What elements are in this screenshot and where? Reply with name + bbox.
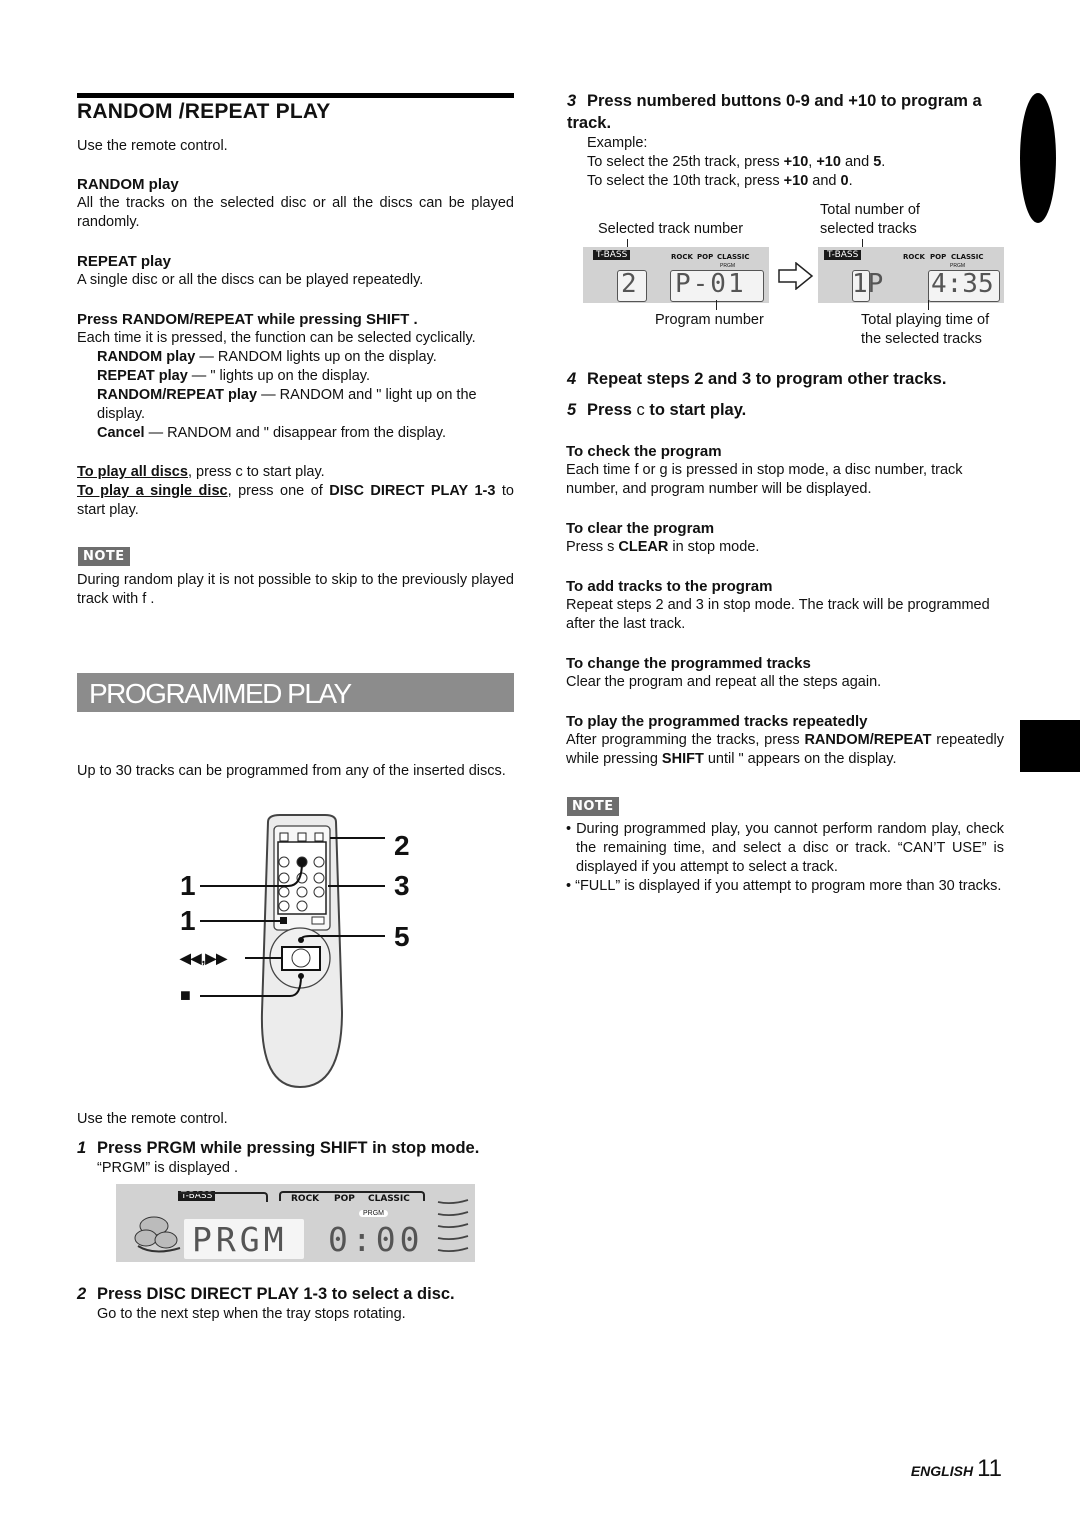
note-text: During random play it is not possible to… (77, 572, 514, 607)
press-random-repeat-heading: Press RANDOM/REPEAT while pressing SHIFT… (77, 311, 418, 328)
callout-stop-icon: ■ (180, 985, 191, 1005)
note-item: • During programmed play, you cannot per… (566, 821, 1004, 875)
intro-text: Use the remote control. (77, 138, 228, 154)
note-item: • “FULL” is displayed if you attempt to … (566, 878, 1002, 894)
step-3: 3 Press numbered buttons 0-9 and +10 to p… (567, 92, 982, 189)
tip-clear-program: To clear the program Press s CLEAR in st… (566, 520, 760, 555)
mode-item: RANDOM play — RANDOM lights up on the di… (97, 349, 437, 365)
callout-1a: 1 (180, 870, 196, 901)
tip-check-program: To check the program Each time f or g is… (566, 443, 963, 497)
section-title-random-repeat: RANDOM /REPEAT PLAY (77, 100, 331, 123)
eq-rock: ROCK (291, 1194, 320, 1204)
lcd-time-text: 0:00 (328, 1220, 424, 1259)
page-number: 11 (977, 1455, 1002, 1482)
label-total-number: Total number of selected tracks (820, 202, 920, 237)
play-single-disc: To play a single disc, press one of DISC… (77, 483, 514, 518)
lcd-display-prgm: T-BASS ROCK POP CLASSIC PRGM PRGM 0:00 (116, 1184, 475, 1262)
eq-classic: CLASSIC (368, 1194, 410, 1204)
section-title-programmed-play: PROGRAMMED PLAY (89, 678, 352, 709)
disc-tray-icon (134, 1216, 181, 1253)
play-discs-block: To play all discs, press c to start play… (77, 463, 514, 520)
prgm-indicator: PRGM (359, 1210, 388, 1217)
tip-change-tracks: To change the programmed tracks Clear th… (566, 655, 882, 690)
side-tab-oval (1020, 93, 1056, 223)
label-selected-track: Selected track number (598, 221, 744, 237)
eq-pop: POP (334, 1194, 355, 1204)
step-4: 4 Repeat steps 2 and 3 to program other t… (567, 370, 947, 388)
step-5: 5 Press c to start play. (567, 401, 747, 419)
level-bars-icon (437, 1199, 469, 1253)
section-rule (77, 93, 514, 98)
note-badge: NOTE (78, 547, 130, 566)
note-badge-2: NOTE (567, 797, 619, 816)
lcd-display-after: T-BASS ROCK POP CLASSIC PRGM 1P 4:35 (818, 247, 1004, 303)
note-list: • During programmed play, you cannot per… (566, 820, 1004, 896)
step-2: 2 Press DISC DIRECT PLAY 1-3 to select a … (77, 1285, 455, 1322)
press-random-repeat-text: Each time it is pressed, the function ca… (77, 330, 476, 346)
total-tracks-value: 1P (852, 269, 884, 299)
callout-skip-icon: ◀◀,▶▶ (180, 950, 227, 966)
callout-1b: 1 (180, 905, 196, 936)
label-program-number: Program number (655, 312, 764, 328)
programmed-intro: Up to 30 tracks can be programmed from a… (77, 763, 506, 779)
mode-item: RANDOM/REPEAT play — RANDOM and " light … (97, 387, 477, 422)
label-total-time: Total playing time of the selected track… (861, 312, 990, 347)
play-all-discs: To play all discs, press c to start play… (77, 464, 325, 480)
random-play-block: RANDOM play All the tracks on the select… (77, 175, 514, 232)
step-1: 1 Press PRGM while pressing SHIFT in stop… (77, 1139, 480, 1176)
side-tab-block (1020, 720, 1080, 772)
random-play-heading: RANDOM play (77, 176, 179, 193)
track-number-value: 2 (621, 269, 641, 299)
repeat-play-block: REPEAT play A single disc or all the dis… (77, 252, 514, 290)
arrow-right-icon (778, 262, 814, 290)
page-footer: ENGLISH 11 (911, 1455, 1002, 1483)
lcd-main-text: PRGM (192, 1220, 288, 1259)
play-glyph: c (636, 401, 645, 419)
repeat-play-text: A single disc or all the discs can be pl… (77, 272, 424, 288)
callout-5: 5 (394, 921, 410, 952)
lcd-display-before: T-BASS ROCK POP CLASSIC PRGM 2 P-01 (583, 247, 769, 303)
total-time-value: 4:35 (931, 269, 994, 299)
tip-add-tracks: To add tracks to the program Repeat step… (566, 578, 990, 632)
random-play-text: All the tracks on the selected disc or a… (77, 195, 514, 230)
press-random-repeat-block: Press RANDOM/REPEAT while pressing SHIFT… (77, 310, 514, 443)
mode-list: RANDOM play — RANDOM lights up on the di… (77, 348, 514, 443)
callout-3: 3 (394, 870, 410, 901)
footer-language: ENGLISH (910, 1463, 974, 1479)
callout-2: 2 (394, 830, 410, 861)
mode-item: Cancel — RANDOM and " disappear from the… (97, 425, 447, 441)
mode-item: REPEAT play — " lights up on the display… (97, 368, 370, 384)
use-remote-text: Use the remote control. (77, 1111, 228, 1127)
program-number-value: P-01 (675, 269, 746, 299)
repeat-play-heading: REPEAT play (77, 253, 171, 270)
section-banner-programmed-play: PROGRAMMED PLAY (77, 673, 514, 712)
tip-play-repeatedly: To play the programmed tracks repeatedly… (566, 713, 1005, 767)
